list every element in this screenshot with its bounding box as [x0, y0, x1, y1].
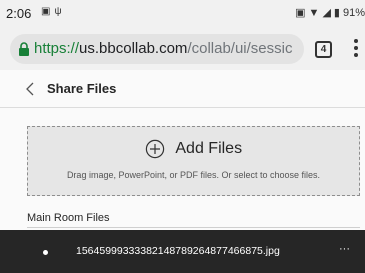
battery-text: 91% [342, 7, 365, 19]
url-text: https://us.bbcollab.com/collab/ui/sessic [34, 40, 292, 57]
status-time: 2:06 [6, 6, 32, 21]
usb-icon: ψ [54, 6, 66, 17]
add-files-label: Add Files [175, 140, 243, 157]
divider [27, 227, 360, 228]
notification-icons: ▣ψ [41, 6, 66, 17]
add-files-dropzone[interactable]: Add Files Drag image, PowerPoint, or PDF… [27, 126, 360, 196]
address-bar[interactable]: https://us.bbcollab.com/collab/ui/sessic [10, 34, 304, 64]
url-scheme: https:// [34, 40, 80, 57]
back-chevron-icon[interactable] [24, 82, 38, 96]
add-circle-icon [145, 139, 165, 159]
image-notification-icon: ▣ [41, 6, 55, 17]
main-room-files-heading: Main Room Files [27, 212, 110, 224]
tab-switcher-button[interactable]: 4 [315, 41, 332, 58]
lock-icon [19, 42, 29, 56]
url-path: /collab/ui/sessic [187, 40, 293, 57]
file-list-item[interactable]: 1564599933338214878926487746687​5.jpg ··… [0, 230, 365, 273]
url-host: us.bbcollab.com [79, 40, 188, 57]
status-right-icons: ▣ ▼ ◢ ▮ 91% [292, 6, 365, 19]
file-more-options-icon[interactable]: ··· [339, 243, 350, 255]
browser-toolbar: https://us.bbcollab.com/collab/ui/sessic… [0, 26, 365, 70]
overflow-menu-icon[interactable] [352, 39, 360, 59]
signal-icon: ◢ [322, 7, 331, 19]
share-files-panel: Share Files Add Files Drag image, PowerP… [0, 70, 365, 273]
status-bar: 2:06 ▣ψ ▣ ▼ ◢ ▮ 91% [0, 0, 365, 26]
dropzone-instructions: Drag image, PowerPoint, or PDF files. Or… [66, 170, 321, 180]
wifi-icon: ▼ [308, 7, 320, 19]
panel-header: Share Files [0, 70, 365, 108]
add-files-button[interactable]: Add Files [28, 139, 359, 159]
vibrate-icon: ▣ [295, 7, 306, 19]
battery-icon: ▮ [333, 7, 340, 19]
page-title: Share Files [47, 81, 117, 96]
file-bullet-icon [43, 250, 48, 255]
file-name: 1564599933338214878926487746687​5.jpg [76, 245, 280, 257]
